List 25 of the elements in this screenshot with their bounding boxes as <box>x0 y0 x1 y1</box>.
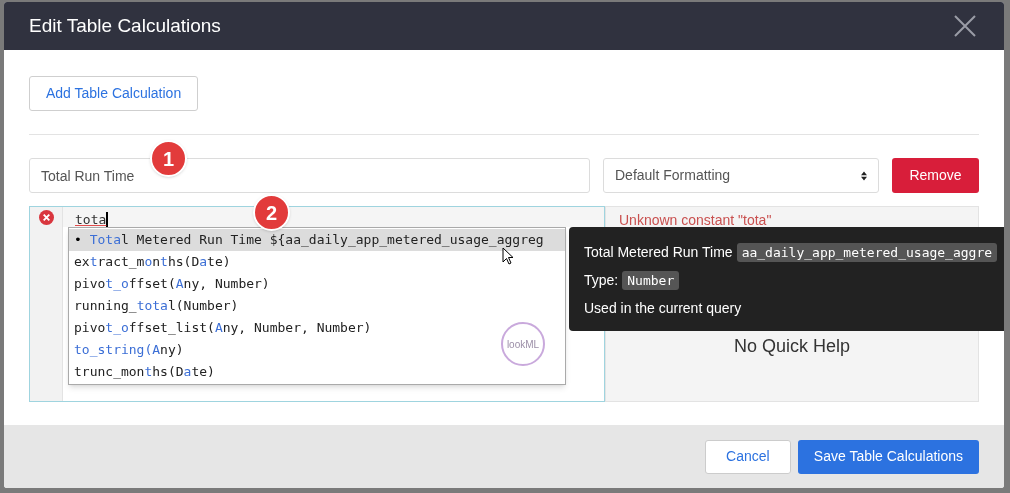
autocomplete-item[interactable]: pivot_offset(Any, Number) <box>69 273 275 295</box>
mouse-pointer-icon <box>502 247 514 265</box>
cancel-button[interactable]: Cancel <box>704 439 791 474</box>
autocomplete-item[interactable]: extract_months(Date) <box>69 251 236 273</box>
save-button[interactable]: Save Table Calculations <box>797 439 979 474</box>
tooltip-field-name: Total Metered Run Time <box>584 243 733 262</box>
autocomplete-item[interactable]: trunc_months(Date) <box>69 361 220 383</box>
add-calculation-button[interactable]: Add Table Calculation <box>29 76 199 111</box>
logo: lookML <box>501 322 545 366</box>
autocomplete-item[interactable]: running_total(Number) <box>69 295 244 317</box>
close-button[interactable] <box>953 14 977 38</box>
error-message: Unknown constant "tota" <box>619 211 773 230</box>
autocomplete-item[interactable]: pivot_offset_list(Any, Number, Number) <box>69 317 377 339</box>
remove-button[interactable]: Remove <box>892 158 979 193</box>
type-code: Number <box>622 270 680 291</box>
step-marker: 1 <box>150 140 187 177</box>
tooltip-note: Used in the current query <box>584 299 743 318</box>
autocomplete-item[interactable]: to_string(Any) <box>69 339 189 361</box>
quick-help-text: No Quick Help <box>732 335 851 358</box>
format-select[interactable]: Default Formatting <box>603 158 879 193</box>
autocomplete-item[interactable]: • Total Metered Run Time ${aa_daily_app_metered_usage_aggreg <box>69 229 565 251</box>
type-label: Type: <box>584 271 619 290</box>
sort-arrows-icon <box>861 170 867 181</box>
dialog-title: Edit Table Calculations <box>29 13 221 38</box>
field-code: aa_daily_app_metered_usage_aggre <box>736 242 998 263</box>
